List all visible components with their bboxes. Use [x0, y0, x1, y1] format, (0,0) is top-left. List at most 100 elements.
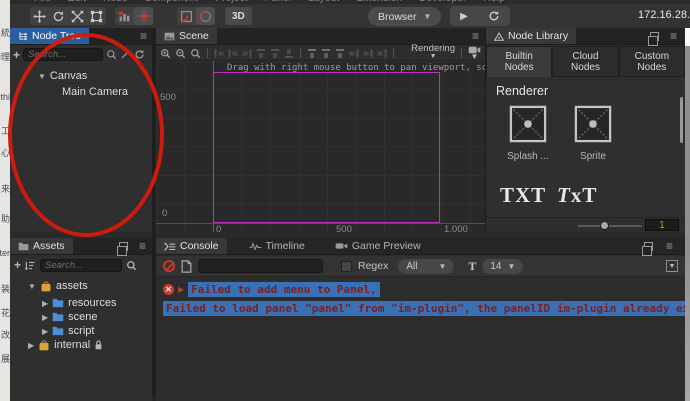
tree-node-canvas[interactable]: ▼ Canvas: [38, 70, 87, 82]
tab-node-tree[interactable]: Node Tree: [10, 28, 90, 44]
asset-row-resources[interactable]: ▶ resources: [42, 297, 116, 309]
asset-row-internal[interactable]: ▶ internal: [28, 339, 103, 351]
camera-view-dropdown[interactable]: ▼: [468, 46, 481, 61]
panel-menu-icon[interactable]: ≡: [140, 30, 147, 42]
log-level-select[interactable]: All ▼: [398, 258, 455, 274]
asset-row-scene[interactable]: ▶ scene: [42, 311, 98, 323]
tab-label: Scene: [179, 30, 209, 42]
rotate-tool-icon[interactable]: [49, 7, 68, 25]
asset-row-assets[interactable]: ▼ assets: [28, 280, 88, 292]
bundle-icon: [39, 339, 49, 350]
assets-panel: Assets ≡ + ▼ assets ▶ resources ▶ scene: [10, 238, 152, 401]
preview-browser-select[interactable]: Browser ▼: [368, 7, 442, 26]
align-center-h-icon[interactable]: [229, 48, 238, 58]
tab-console[interactable]: Console: [156, 238, 227, 254]
thumbnail-zoom-value[interactable]: 1: [645, 219, 679, 231]
sort-assets-icon[interactable]: [25, 260, 36, 271]
asset-row-script[interactable]: ▶ script: [42, 325, 94, 337]
align-right-icon[interactable]: [243, 48, 252, 58]
expand-arrow-icon[interactable]: ▶: [42, 327, 48, 336]
scene-viewport[interactable]: Drag with right mouse button to pan view…: [156, 61, 485, 232]
node-item-splash[interactable]: Splash ...: [498, 105, 558, 162]
zoom-in-icon[interactable]: [160, 48, 171, 59]
rendering-dropdown[interactable]: Rendering ▼: [411, 44, 455, 61]
play-button[interactable]: ▶: [460, 11, 468, 22]
scale-tool-icon[interactable]: [68, 7, 87, 25]
search-type-icon[interactable]: [106, 49, 117, 60]
rect-tool-icon[interactable]: [87, 7, 106, 25]
node-tree-panel: Node Tree ≡ + ▼ Canvas Main Camera: [10, 28, 152, 232]
regex-checkbox[interactable]: [341, 260, 352, 272]
expand-arrow-icon[interactable]: ▶: [28, 341, 34, 350]
tab-cloud-nodes[interactable]: Cloud Nodes: [552, 46, 619, 77]
section-title-renderer: Renderer: [496, 84, 549, 98]
richtext-node-item[interactable]: TxT: [557, 183, 597, 208]
panel-menu-icon[interactable]: ≡: [666, 240, 673, 252]
preview-controls: ▶: [450, 6, 510, 26]
search-icon[interactable]: [126, 260, 137, 271]
tab-label: Timeline: [265, 240, 305, 252]
align-top-icon[interactable]: [256, 48, 266, 58]
zoom-reset-icon[interactable]: [190, 48, 201, 59]
console-log-row[interactable]: ✕ ▶ Failed to add menu to Panel,: [163, 282, 380, 297]
distribute-v-top-icon[interactable]: [350, 48, 359, 58]
align-bottom-icon[interactable]: [284, 49, 294, 58]
tab-timeline[interactable]: Timeline: [241, 238, 313, 254]
add-component-icon[interactable]: [134, 7, 153, 25]
expand-arrow-icon[interactable]: ▶: [42, 313, 48, 322]
move-tool-icon[interactable]: [30, 7, 49, 25]
node-search-input[interactable]: [23, 48, 104, 61]
console-log-row[interactable]: Failed to load panel "panel" from "im-pl…: [163, 301, 690, 316]
panel-menu-icon[interactable]: ≡: [670, 30, 677, 42]
refresh-tree-icon[interactable]: [134, 49, 145, 60]
tab-builtin-nodes[interactable]: Builtin Nodes: [486, 46, 553, 77]
tab-node-library[interactable]: Node Library: [486, 28, 577, 44]
panel-menu-icon[interactable]: ≡: [472, 30, 479, 42]
zoom-out-icon[interactable]: [175, 48, 186, 59]
open-log-file-icon[interactable]: [181, 259, 192, 273]
align-middle-icon[interactable]: [270, 48, 280, 58]
console-toolbar: Regex All ▼ T 14 ▼ ▼: [156, 256, 685, 277]
align-left-icon[interactable]: [215, 48, 224, 58]
font-size-select[interactable]: 14 ▼: [482, 258, 524, 274]
tree-node-main-camera[interactable]: Main Camera: [62, 86, 128, 98]
distribute-v-bottom-icon[interactable]: [378, 48, 387, 58]
tab-scene[interactable]: Scene: [156, 28, 217, 44]
create-node-icon[interactable]: +: [13, 48, 20, 62]
ruler-label: 0: [216, 224, 222, 232]
distribute-h-left-icon[interactable]: [307, 48, 317, 58]
chevron-down-icon: ▼: [423, 12, 432, 21]
distribute-h-right-icon[interactable]: [335, 48, 345, 58]
distribute-h-center-icon[interactable]: [321, 48, 331, 58]
fit-canvas-icon[interactable]: [177, 7, 196, 25]
profiler-icon[interactable]: [115, 7, 134, 25]
float-panel-icon[interactable]: [642, 242, 653, 256]
fit-node-icon[interactable]: [196, 7, 215, 25]
preview-ip-address: 172.16.28.: [638, 9, 690, 21]
expand-arrow-icon[interactable]: ▶: [42, 299, 48, 308]
create-asset-icon[interactable]: +: [14, 258, 21, 272]
slider-handle[interactable]: [600, 221, 609, 230]
expand-arrow-icon[interactable]: ▼: [28, 282, 36, 291]
expand-arrow-icon[interactable]: ▼: [38, 72, 46, 81]
expand-log-icon[interactable]: ▶: [178, 285, 184, 294]
distribute-v-middle-icon[interactable]: [364, 48, 373, 58]
mode-3d-button[interactable]: 3D: [225, 7, 252, 25]
locate-node-icon[interactable]: [120, 49, 131, 60]
refresh-button[interactable]: [488, 10, 500, 22]
tab-assets[interactable]: Assets: [10, 238, 73, 254]
panel-menu-icon[interactable]: ≡: [139, 240, 146, 252]
float-panel-icon[interactable]: [117, 242, 128, 256]
tab-custom-nodes[interactable]: Custom Nodes: [618, 46, 685, 77]
collapse-logs-icon[interactable]: ▼: [666, 260, 678, 272]
float-panel-icon[interactable]: [648, 32, 659, 46]
console-filter-input[interactable]: [198, 259, 323, 273]
asset-search-input[interactable]: [40, 258, 123, 272]
label-node-item[interactable]: TXT: [500, 183, 546, 208]
tab-game-preview[interactable]: Game Preview: [327, 238, 429, 254]
scrollbar[interactable]: [680, 97, 683, 143]
bg-text-fragment: 来: [0, 184, 10, 194]
clear-console-icon[interactable]: [163, 260, 175, 272]
node-item-sprite[interactable]: Sprite: [563, 105, 623, 162]
thumbnail-zoom-slider[interactable]: [578, 225, 642, 227]
